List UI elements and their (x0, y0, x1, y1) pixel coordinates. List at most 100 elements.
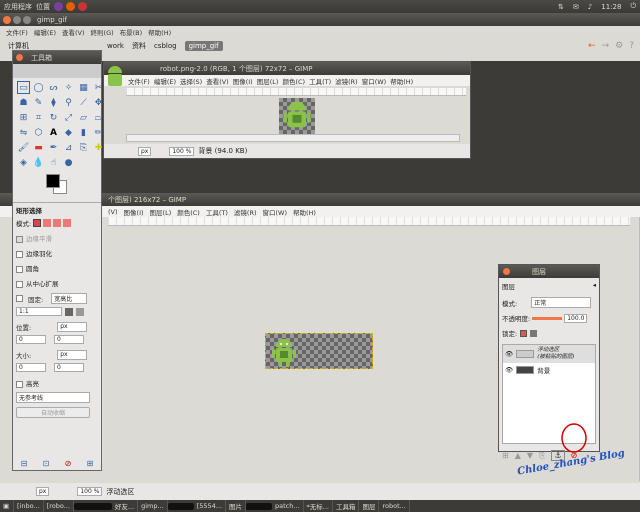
lock-pixels-icon[interactable] (520, 329, 528, 337)
gif-zoom-select[interactable]: 100 % (77, 487, 103, 496)
zoom-tool-icon[interactable]: ⚲ (62, 96, 75, 109)
crop-tool-icon[interactable]: ⌗ (32, 111, 45, 124)
layers-close-icon[interactable] (503, 268, 510, 275)
rotate-tool-icon[interactable]: ↻ (47, 111, 60, 124)
robot-menu-filters[interactable]: 滤镜(R) (335, 76, 358, 86)
gif-menu-help[interactable]: 帮助(H) (293, 207, 316, 217)
size-h-input[interactable]: 0 (54, 363, 84, 372)
network-icon[interactable]: ⇅ (558, 3, 564, 11)
ink-tool-icon[interactable]: ⊿ (62, 141, 75, 154)
free-select-tool-icon[interactable]: ᔕ (47, 81, 60, 94)
pencil-tool-icon[interactable]: ✏ (92, 126, 105, 139)
align-tool-icon[interactable]: ⊞ (17, 111, 30, 124)
paintbrush-tool-icon[interactable]: 🖌 (17, 141, 30, 154)
taskbar-item-toolbox[interactable]: 工具箱 (333, 500, 360, 512)
taskbar-item-inbox[interactable]: [inbo... (14, 500, 44, 512)
blur-tool-icon[interactable]: 💧 (32, 156, 45, 169)
app-icon[interactable] (78, 2, 87, 11)
position-y-input[interactable]: 0 (54, 335, 84, 344)
foreground-color-swatch[interactable] (46, 174, 60, 188)
mode-add-icon[interactable] (43, 219, 52, 227)
gif-menu-layer[interactable]: 图层(L) (150, 207, 172, 217)
minimize-icon[interactable] (13, 15, 21, 24)
gif-v-scrollbar[interactable] (630, 217, 640, 481)
antialias-checkbox[interactable] (16, 235, 23, 243)
robot-h-ruler[interactable] (126, 88, 466, 96)
restore-preset-icon[interactable]: ⊡ (43, 459, 50, 468)
menu-go[interactable]: 終則(G) (91, 27, 114, 37)
robot-zoom-select[interactable]: 100 % (169, 146, 195, 156)
taskbar-item-patch[interactable]: patch... (272, 500, 304, 512)
fixed-select[interactable]: 宽高比 (51, 293, 88, 304)
robot-menu-edit[interactable]: 编辑(E) (154, 76, 176, 86)
taskbar-item-gimp[interactable]: gimp... (138, 500, 168, 512)
blend-tool-icon[interactable]: ▮ (77, 126, 90, 139)
layer-row-floating[interactable]: 👁 浮动选区 (被粘贴的图层) (503, 345, 595, 363)
robot-canvas-area[interactable] (126, 96, 460, 134)
mode-subtract-icon[interactable] (53, 219, 62, 227)
landscape-icon[interactable] (76, 307, 84, 316)
shear-tool-icon[interactable]: ▱ (77, 111, 90, 124)
menu-edit[interactable]: 编辑(E) (34, 27, 56, 37)
firefox-icon[interactable] (66, 2, 75, 11)
path-gimp-gif[interactable]: gimp_gif (184, 41, 223, 51)
opacity-input[interactable]: 100.0 (564, 313, 588, 323)
smudge-tool-icon[interactable]: ☝ (47, 156, 60, 169)
heal-tool-icon[interactable]: ✚ (92, 141, 105, 154)
scale-tool-icon[interactable]: ⤢ (62, 111, 75, 124)
robot-menu-windows[interactable]: 窗口(W) (362, 76, 387, 86)
robot-unit-select[interactable]: px (138, 146, 152, 156)
taskbar-item-robo[interactable]: [robo... (44, 500, 74, 512)
menu-help[interactable]: 帮助(H) (148, 27, 171, 37)
taskbar-item-layers[interactable]: 图层 (359, 500, 380, 512)
rounded-row[interactable]: 圆角 (16, 263, 98, 273)
lower-layer-icon[interactable]: ▼ (527, 451, 533, 460)
taskbar-item-pictures[interactable]: 图片 (226, 500, 246, 512)
places-menu[interactable]: 位置 (36, 2, 50, 12)
fixed-checkbox[interactable] (16, 295, 23, 302)
robot-menu-layer[interactable]: 图层(L) (257, 76, 279, 86)
power-icon[interactable]: ⏻ (630, 2, 636, 11)
measure-tool-icon[interactable]: ⟋ (77, 96, 90, 109)
fuzzy-select-tool-icon[interactable]: ✧ (62, 81, 75, 94)
layers-tab[interactable]: 图层 (502, 281, 515, 291)
foreground-select-tool-icon[interactable]: ☗ (17, 96, 30, 109)
gif-menu-colors[interactable]: 颜色(C) (177, 207, 200, 217)
new-layer-icon[interactable]: ⊞ (502, 451, 509, 460)
duplicate-layer-icon[interactable]: ⎘ (539, 451, 545, 461)
robot-h-scrollbar[interactable] (126, 134, 460, 142)
delete-preset-icon[interactable]: ⊘ (65, 459, 72, 468)
gif-menu-tools[interactable]: 工具(T) (206, 207, 228, 217)
clone-tool-icon[interactable]: ⎘ (77, 141, 90, 154)
taskbar-item-friends[interactable]: 好友... (112, 500, 139, 512)
gif-menu-view[interactable]: (V) (108, 208, 118, 216)
cage-tool-icon[interactable]: ⬡ (32, 126, 45, 139)
app-launcher-icon[interactable] (54, 2, 63, 11)
lock-alpha-icon[interactable] (530, 329, 538, 337)
raise-layer-icon[interactable]: ▲ (515, 451, 521, 460)
menu-bookmarks[interactable]: 布景(B) (120, 27, 143, 37)
volume-icon[interactable]: ♪ (588, 3, 592, 11)
robot-menu-view[interactable]: 查看(V) (206, 76, 229, 86)
rounded-checkbox[interactable] (16, 265, 23, 273)
robot-menu-colors[interactable]: 颜色(C) (282, 76, 305, 86)
robot-image-canvas[interactable] (279, 98, 315, 134)
layer-visibility-icon[interactable]: 👁 (505, 366, 513, 374)
ellipse-select-tool-icon[interactable]: ◯ (32, 81, 45, 94)
expand-center-row[interactable]: 从中心扩展 (16, 278, 98, 288)
scissors-tool-icon[interactable]: ✂ (92, 81, 105, 94)
gif-unit-select[interactable]: px (36, 487, 50, 496)
maximize-icon[interactable] (23, 15, 31, 24)
perspective-tool-icon[interactable]: ⏢ (92, 111, 105, 124)
taskbar-item-untitled[interactable]: *无标... (304, 500, 333, 512)
color-select-tool-icon[interactable]: ▦ (77, 81, 90, 94)
menu-view[interactable]: 查看(V) (62, 27, 85, 37)
text-tool-icon[interactable]: A (47, 126, 60, 139)
highlight-row[interactable]: 高亮 (16, 378, 98, 388)
color-picker-tool-icon[interactable]: ⧫ (47, 96, 60, 109)
guides-select[interactable]: 无参考线 (16, 392, 90, 403)
size-w-input[interactable]: 0 (16, 363, 46, 372)
layer-visibility-icon[interactable]: 👁 (505, 350, 513, 358)
gif-menu-image[interactable]: 图像(I) (124, 207, 144, 217)
toolbox-drop-area[interactable] (13, 64, 101, 78)
